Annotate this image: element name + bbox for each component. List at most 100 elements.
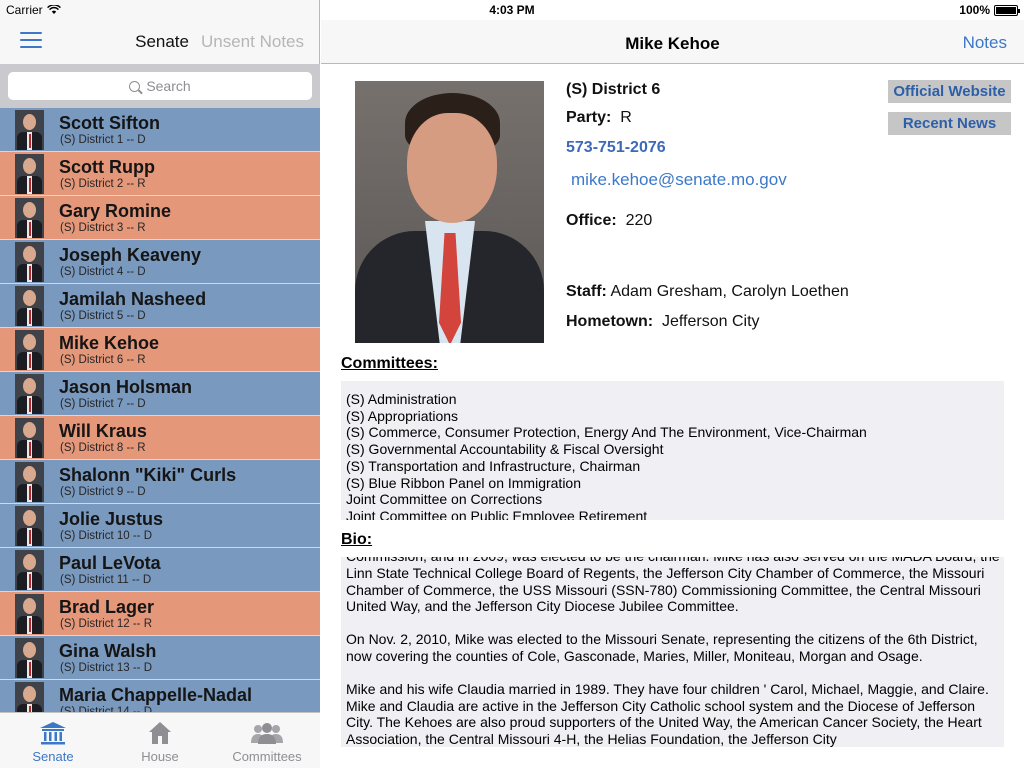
senator-district: (S) District 13 -- D bbox=[60, 662, 152, 674]
segment-unsent-notes[interactable]: Unsent Notes bbox=[201, 32, 304, 52]
clock: 4:03 PM bbox=[489, 3, 535, 17]
detail-title: Mike Kehoe bbox=[625, 34, 720, 53]
senator-thumbnail bbox=[15, 418, 44, 458]
senator-thumbnail bbox=[15, 462, 44, 502]
senator-row[interactable]: Scott Sifton (S) District 1 -- D bbox=[0, 108, 320, 152]
tab-senate[interactable]: Senate bbox=[0, 713, 106, 769]
bio-paragraph: Mike and his wife Claudia married in 198… bbox=[346, 680, 989, 747]
senator-row[interactable]: Jason Holsman (S) District 7 -- D bbox=[0, 372, 320, 416]
phone-link[interactable]: 573-751-2076 bbox=[566, 139, 666, 157]
senator-thumbnail bbox=[15, 374, 44, 414]
senator-name: Scott Sifton bbox=[59, 113, 160, 133]
senator-name: Paul LeVota bbox=[59, 553, 161, 573]
senator-row[interactable]: Paul LeVota (S) District 11 -- D bbox=[0, 548, 320, 592]
senator-name: Brad Lager bbox=[59, 597, 155, 617]
committee-item: (S) Appropriations bbox=[346, 407, 459, 424]
committee-item: Joint Committee on Public Employee Retir… bbox=[346, 507, 648, 520]
bio-text-area[interactable]: Commission, and in 2009, was elected to … bbox=[341, 557, 1004, 747]
senator-thumbnail bbox=[15, 330, 44, 370]
search-input[interactable]: Search bbox=[8, 72, 312, 100]
committee-item: (S) Commerce, Consumer Protection, Energ… bbox=[346, 424, 867, 441]
left-nav-bar: Senate Unsent Notes bbox=[0, 20, 320, 64]
segment-senate[interactable]: Senate bbox=[135, 32, 189, 52]
party-row: Party: R bbox=[566, 109, 632, 127]
senator-district: (S) District 8 -- R bbox=[60, 442, 146, 454]
staff-value: Adam Gresham, Carolyn Loethen bbox=[610, 283, 849, 300]
menu-icon[interactable] bbox=[20, 32, 42, 50]
bio-heading: Bio: bbox=[341, 531, 373, 548]
senator-row[interactable]: Will Kraus (S) District 8 -- R bbox=[0, 416, 320, 460]
senator-name: Will Kraus bbox=[59, 421, 147, 441]
senator-name: Gary Romine bbox=[59, 201, 172, 221]
tab-bar: Senate House Committees bbox=[0, 712, 320, 768]
committees-heading: Committees: bbox=[341, 355, 438, 372]
official-website-button[interactable]: Official Website bbox=[888, 80, 1011, 103]
senator-district: (S) District 6 -- R bbox=[60, 354, 146, 366]
senator-name: Joseph Keaveny bbox=[59, 245, 202, 265]
senator-row[interactable]: Maria Chappelle-Nadal (S) District 14 -- … bbox=[0, 680, 320, 712]
senator-name: Maria Chappelle-Nadal bbox=[59, 685, 253, 705]
senator-thumbnail bbox=[15, 506, 44, 546]
house-icon bbox=[149, 722, 171, 744]
committees-list[interactable]: (S) Administration (S) Appropriations (S) … bbox=[341, 381, 1004, 520]
senator-row[interactable]: Gina Walsh (S) District 13 -- D bbox=[0, 636, 320, 680]
senator-district: (S) District 12 -- R bbox=[60, 618, 152, 630]
office-label: Office: bbox=[566, 212, 617, 229]
senator-district: (S) District 11 -- D bbox=[60, 574, 152, 586]
senator-district: (S) District 3 -- R bbox=[60, 222, 146, 234]
senator-name: Shalonn "Kiki" Curls bbox=[59, 465, 237, 485]
senator-row[interactable]: Jolie Justus (S) District 10 -- D bbox=[0, 504, 320, 548]
senator-row[interactable]: Mike Kehoe (S) District 6 -- R bbox=[0, 328, 320, 372]
senator-name: Scott Rupp bbox=[59, 157, 155, 177]
office-row: Office: 220 bbox=[566, 212, 652, 230]
senator-thumbnail bbox=[15, 682, 44, 712]
office-value: 220 bbox=[625, 212, 653, 229]
senator-thumbnail bbox=[15, 550, 44, 590]
segment-control: Senate Unsent Notes bbox=[135, 32, 304, 52]
senator-row[interactable]: Jamilah Nasheed (S) District 5 -- D bbox=[0, 284, 320, 328]
senator-district: (S) District 9 -- D bbox=[60, 486, 146, 498]
tab-committees[interactable]: Committees bbox=[214, 713, 320, 769]
battery-icon bbox=[994, 4, 1020, 16]
district-label: (S) District 6 bbox=[566, 81, 661, 98]
senator-thumbnail bbox=[15, 198, 44, 238]
notes-button[interactable]: Notes bbox=[963, 33, 1007, 53]
party-label: Party: bbox=[566, 109, 612, 126]
email-link[interactable]: mike.kehoe@senate.mo.gov bbox=[571, 170, 787, 190]
hometown-value: Jefferson City bbox=[662, 313, 760, 330]
recent-news-button[interactable]: Recent News bbox=[888, 112, 1011, 135]
senator-thumbnail bbox=[15, 594, 44, 634]
senator-row[interactable]: Joseph Keaveny (S) District 4 -- D bbox=[0, 240, 320, 284]
senator-row[interactable]: Brad Lager (S) District 12 -- R bbox=[0, 592, 320, 636]
senator-list: Scott Sifton (S) District 1 -- D Scott Rup… bbox=[0, 108, 320, 712]
senator-name: Mike Kehoe bbox=[59, 333, 160, 353]
senator-thumbnail bbox=[15, 286, 44, 326]
senator-name: Jolie Justus bbox=[59, 509, 164, 529]
senator-name: Jamilah Nasheed bbox=[59, 289, 207, 309]
senator-name: Gina Walsh bbox=[59, 641, 157, 661]
senator-list-pane: Senate Unsent Notes Search Scott Sifton(… bbox=[0, 0, 320, 768]
senator-district: (S) District 10 -- D bbox=[60, 530, 152, 542]
search-icon bbox=[129, 80, 141, 92]
senator-row[interactable]: Gary Romine (S) District 3 -- R bbox=[0, 196, 320, 240]
bio-paragraph: Commission, and in 2009, was elected to … bbox=[346, 557, 1000, 615]
tab-committees-label: Committees bbox=[232, 749, 302, 764]
tab-house[interactable]: House bbox=[107, 713, 213, 769]
capitol-icon bbox=[40, 722, 66, 745]
senator-row[interactable]: Scott Rupp (S) District 2 -- R bbox=[0, 152, 320, 196]
senator-row[interactable]: Shalonn "Kiki" Curls (S) District 9 -- D bbox=[0, 460, 320, 504]
party-value: R bbox=[620, 109, 632, 126]
hometown-label: Hometown: bbox=[566, 313, 654, 330]
staff-row: Staff: Adam Gresham, Carolyn Loethen bbox=[566, 283, 849, 301]
tab-senate-label: Senate bbox=[32, 749, 74, 764]
detail-nav-bar: Mike Kehoe Notes bbox=[321, 20, 1024, 64]
committee-item: (S) Transportation and Infrastructure, C… bbox=[346, 457, 641, 474]
tab-house-label: House bbox=[141, 749, 179, 764]
battery: 100% bbox=[959, 3, 1020, 17]
senator-thumbnail bbox=[15, 110, 44, 150]
senator-photo bbox=[355, 81, 544, 343]
senator-district: (S) District 4 -- D bbox=[60, 266, 146, 278]
bio-paragraph: On Nov. 2, 2010, Mike was elected to the… bbox=[346, 631, 978, 664]
senator-thumbnail bbox=[15, 638, 44, 678]
committee-item: Joint Committee on Corrections bbox=[346, 491, 543, 508]
